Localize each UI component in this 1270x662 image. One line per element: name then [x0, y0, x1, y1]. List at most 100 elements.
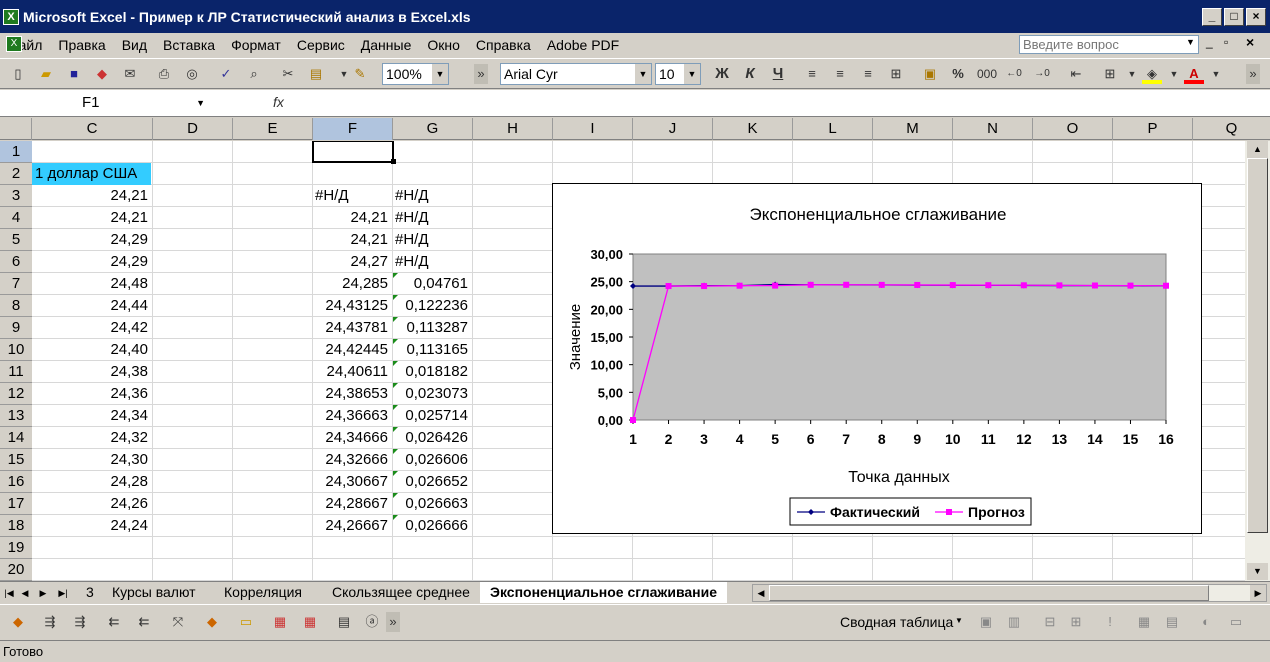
prev-sheet-icon[interactable]: ◀ — [18, 584, 32, 602]
fill-handle[interactable] — [391, 159, 396, 164]
always-display-icon[interactable]: ◐ — [1196, 612, 1216, 632]
next-sheet-icon[interactable]: ▶ — [36, 584, 50, 602]
menu-insert[interactable]: Вставка — [155, 37, 223, 53]
help-search-input[interactable]: Введите вопрос — [1019, 35, 1199, 54]
trace-precedents-icon[interactable]: ⇶ — [40, 612, 60, 632]
column-header-o[interactable]: O — [1033, 118, 1113, 140]
cell-c6[interactable]: 24,29 — [32, 251, 152, 273]
row-header-2[interactable]: 2 — [0, 163, 32, 185]
cell-c13[interactable]: 24,34 — [32, 405, 152, 427]
cell-g9[interactable]: 0,113287 — [392, 317, 472, 339]
vertical-scrollbar[interactable]: ▲ ▼ — [1245, 141, 1270, 581]
permission-icon[interactable]: ◆ — [92, 64, 112, 84]
cell-f14[interactable]: 24,34666 — [312, 427, 392, 449]
underline-button[interactable]: Ч — [768, 64, 788, 84]
column-header-f[interactable]: F — [313, 118, 393, 140]
row-header-3[interactable]: 3 — [0, 185, 32, 207]
fill-color-icon[interactable]: ◈ — [1142, 64, 1162, 84]
font-select[interactable]: Arial Cyr ▼ — [500, 63, 652, 85]
cell-f15[interactable]: 24,32666 — [312, 449, 392, 471]
open-icon[interactable]: ▰ — [36, 64, 56, 84]
last-sheet-icon[interactable]: ▶| — [56, 584, 70, 602]
cell-c8[interactable]: 24,44 — [32, 295, 152, 317]
pivot-table-menu[interactable]: Сводная таблица — [840, 614, 953, 630]
row-header-14[interactable]: 14 — [0, 427, 32, 449]
horizontal-scrollbar[interactable]: ◀ ▶ — [752, 584, 1267, 602]
print-preview-icon[interactable]: ◎ — [182, 64, 202, 84]
cell-c12[interactable]: 24,36 — [32, 383, 152, 405]
column-header-d[interactable]: D — [153, 118, 233, 140]
cell-f8[interactable]: 24,43125 — [312, 295, 392, 317]
menu-format[interactable]: Формат — [223, 37, 289, 53]
field-settings-icon[interactable]: ▦ — [1134, 612, 1154, 632]
cell-c3[interactable]: 24,21 — [32, 185, 152, 207]
watch-window-icon[interactable]: ▤ — [334, 612, 354, 632]
hscroll-thumb[interactable] — [769, 585, 1209, 601]
column-header-j[interactable]: J — [633, 118, 713, 140]
row-header-4[interactable]: 4 — [0, 207, 32, 229]
menu-data[interactable]: Данные — [353, 37, 420, 53]
minimize-button[interactable]: _ — [1202, 8, 1222, 26]
column-header-m[interactable]: M — [873, 118, 953, 140]
row-header-17[interactable]: 17 — [0, 493, 32, 515]
doc-close-button[interactable]: × — [1246, 34, 1254, 50]
toolbar-options-icon-2[interactable]: » — [1246, 64, 1260, 84]
save-icon[interactable]: ■ — [64, 64, 84, 84]
cell-c17[interactable]: 24,26 — [32, 493, 152, 515]
cell-c16[interactable]: 24,28 — [32, 471, 152, 493]
form-tool-icon[interactable]: ◆ — [8, 612, 28, 632]
row-header-15[interactable]: 15 — [0, 449, 32, 471]
pivot-dropdown-icon[interactable]: ▼ — [955, 616, 963, 625]
decrease-decimal-icon[interactable]: →0 — [1032, 64, 1052, 84]
row-header-20[interactable]: 20 — [0, 559, 32, 581]
evaluate-formula-icon[interactable]: ⓐ — [362, 612, 382, 632]
cell-f3[interactable]: #Н/Д — [312, 185, 392, 207]
menu-window[interactable]: Окно — [419, 37, 468, 53]
cut-icon[interactable]: ✂ — [278, 64, 298, 84]
row-header-12[interactable]: 12 — [0, 383, 32, 405]
row-header-7[interactable]: 7 — [0, 273, 32, 295]
cell-g14[interactable]: 0,026426 — [392, 427, 472, 449]
scroll-right-icon[interactable]: ▶ — [1250, 585, 1266, 601]
column-header-g[interactable]: G — [393, 118, 473, 140]
font-size-select[interactable]: 10 ▼ — [655, 63, 701, 85]
scroll-up-icon[interactable]: ▲ — [1247, 141, 1268, 158]
column-header-h[interactable]: H — [473, 118, 553, 140]
row-header-16[interactable]: 16 — [0, 471, 32, 493]
trace-error-icon[interactable]: ◆ — [202, 612, 222, 632]
new-icon[interactable]: ▯ — [8, 64, 28, 84]
column-header-c[interactable]: C — [32, 118, 153, 140]
increase-decimal-icon[interactable]: ←0 — [1004, 64, 1024, 84]
scroll-down-icon[interactable]: ▼ — [1247, 563, 1268, 580]
cell-g5[interactable]: #Н/Д — [392, 229, 472, 251]
align-center-icon[interactable]: ≡ — [830, 64, 850, 84]
cell-g10[interactable]: 0,113165 — [392, 339, 472, 361]
cell-g12[interactable]: 0,023073 — [392, 383, 472, 405]
cell-f17[interactable]: 24,28667 — [312, 493, 392, 515]
menu-help[interactable]: Справка — [468, 37, 539, 53]
tab-exponential-smoothing[interactable]: Экспоненциальное сглаживание — [480, 582, 727, 603]
cell-g11[interactable]: 0,018182 — [392, 361, 472, 383]
select-all-corner[interactable] — [0, 118, 32, 140]
doc-restore-button[interactable]: ▫ — [1224, 35, 1228, 49]
scroll-thumb[interactable] — [1247, 158, 1268, 533]
column-header-q[interactable]: Q — [1193, 118, 1270, 140]
tab-3[interactable]: 3 — [76, 582, 104, 603]
row-header-1[interactable]: 1 — [0, 141, 32, 163]
paste-icon[interactable]: ▤ — [306, 64, 326, 84]
row-header-6[interactable]: 6 — [0, 251, 32, 273]
percent-button[interactable]: % — [948, 64, 968, 84]
cell-g3[interactable]: #Н/Д — [392, 185, 472, 207]
cell-f6[interactable]: 24,27 — [312, 251, 392, 273]
cell-f13[interactable]: 24,36663 — [312, 405, 392, 427]
fill-dropdown-icon[interactable]: ▼ — [1164, 64, 1184, 84]
tab-currency-rates[interactable]: Курсы валют — [102, 582, 206, 603]
cell-g8[interactable]: 0,122236 — [392, 295, 472, 317]
row-header-9[interactable]: 9 — [0, 317, 32, 339]
row-header-8[interactable]: 8 — [0, 295, 32, 317]
cell-g7[interactable]: 0,04761 — [392, 273, 472, 295]
cell-f18[interactable]: 24,26667 — [312, 515, 392, 537]
tab-correlation[interactable]: Корреляция — [214, 582, 312, 603]
row-header-13[interactable]: 13 — [0, 405, 32, 427]
bold-button[interactable]: Ж — [712, 64, 732, 84]
